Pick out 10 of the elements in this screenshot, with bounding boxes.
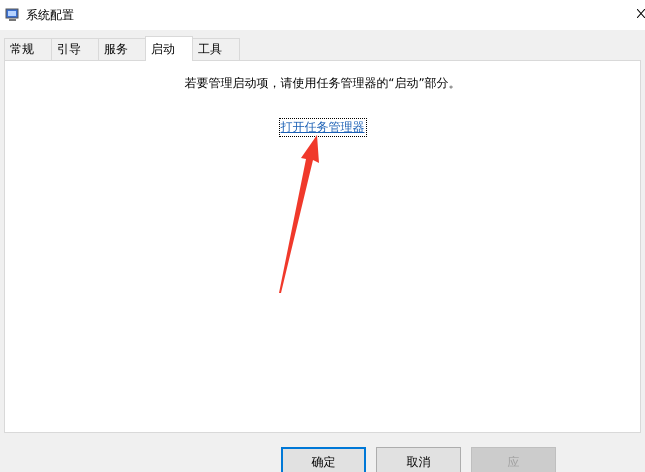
- tab[interactable]: 启动: [145, 36, 193, 61]
- dialog-button[interactable]: 取消: [376, 447, 461, 472]
- tab[interactable]: 工具: [192, 38, 240, 60]
- app-icon: [5, 8, 20, 22]
- window-title: 系统配置: [26, 6, 74, 24]
- close-icon[interactable]: [637, 9, 645, 18]
- task-manager-link[interactable]: 打开任务管理器: [280, 119, 366, 136]
- instruction-text: 若要管理启动项，请使用任务管理器的“启动”部分。: [184, 75, 461, 92]
- tab[interactable]: 常规: [4, 38, 52, 60]
- dialog-button[interactable]: 确定: [281, 447, 366, 472]
